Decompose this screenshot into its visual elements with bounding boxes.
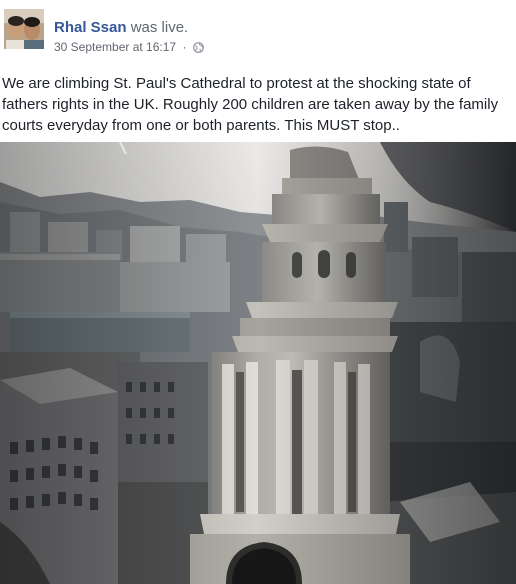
live-post: Rhal Ssan was live. 30 September at 16:1…	[0, 0, 516, 584]
globe-icon[interactable]	[192, 42, 204, 53]
author-action-text: was live.	[130, 19, 189, 36]
live-video-player[interactable]	[0, 142, 516, 584]
avatar-photo	[4, 9, 44, 49]
meta-separator: ·	[182, 40, 187, 54]
author-name-link[interactable]: Rhal Ssan	[54, 19, 127, 36]
live-video-thumbnail	[0, 142, 516, 584]
post-header: Rhal Ssan was live.	[54, 19, 188, 37]
post-text: We are climbing St. Paul's Cathedral to …	[2, 75, 499, 134]
post-meta: 30 September at 16:17 ·	[54, 40, 204, 55]
avatar[interactable]	[4, 9, 44, 49]
timestamp-link[interactable]: 30 September at 16:17	[54, 40, 176, 54]
